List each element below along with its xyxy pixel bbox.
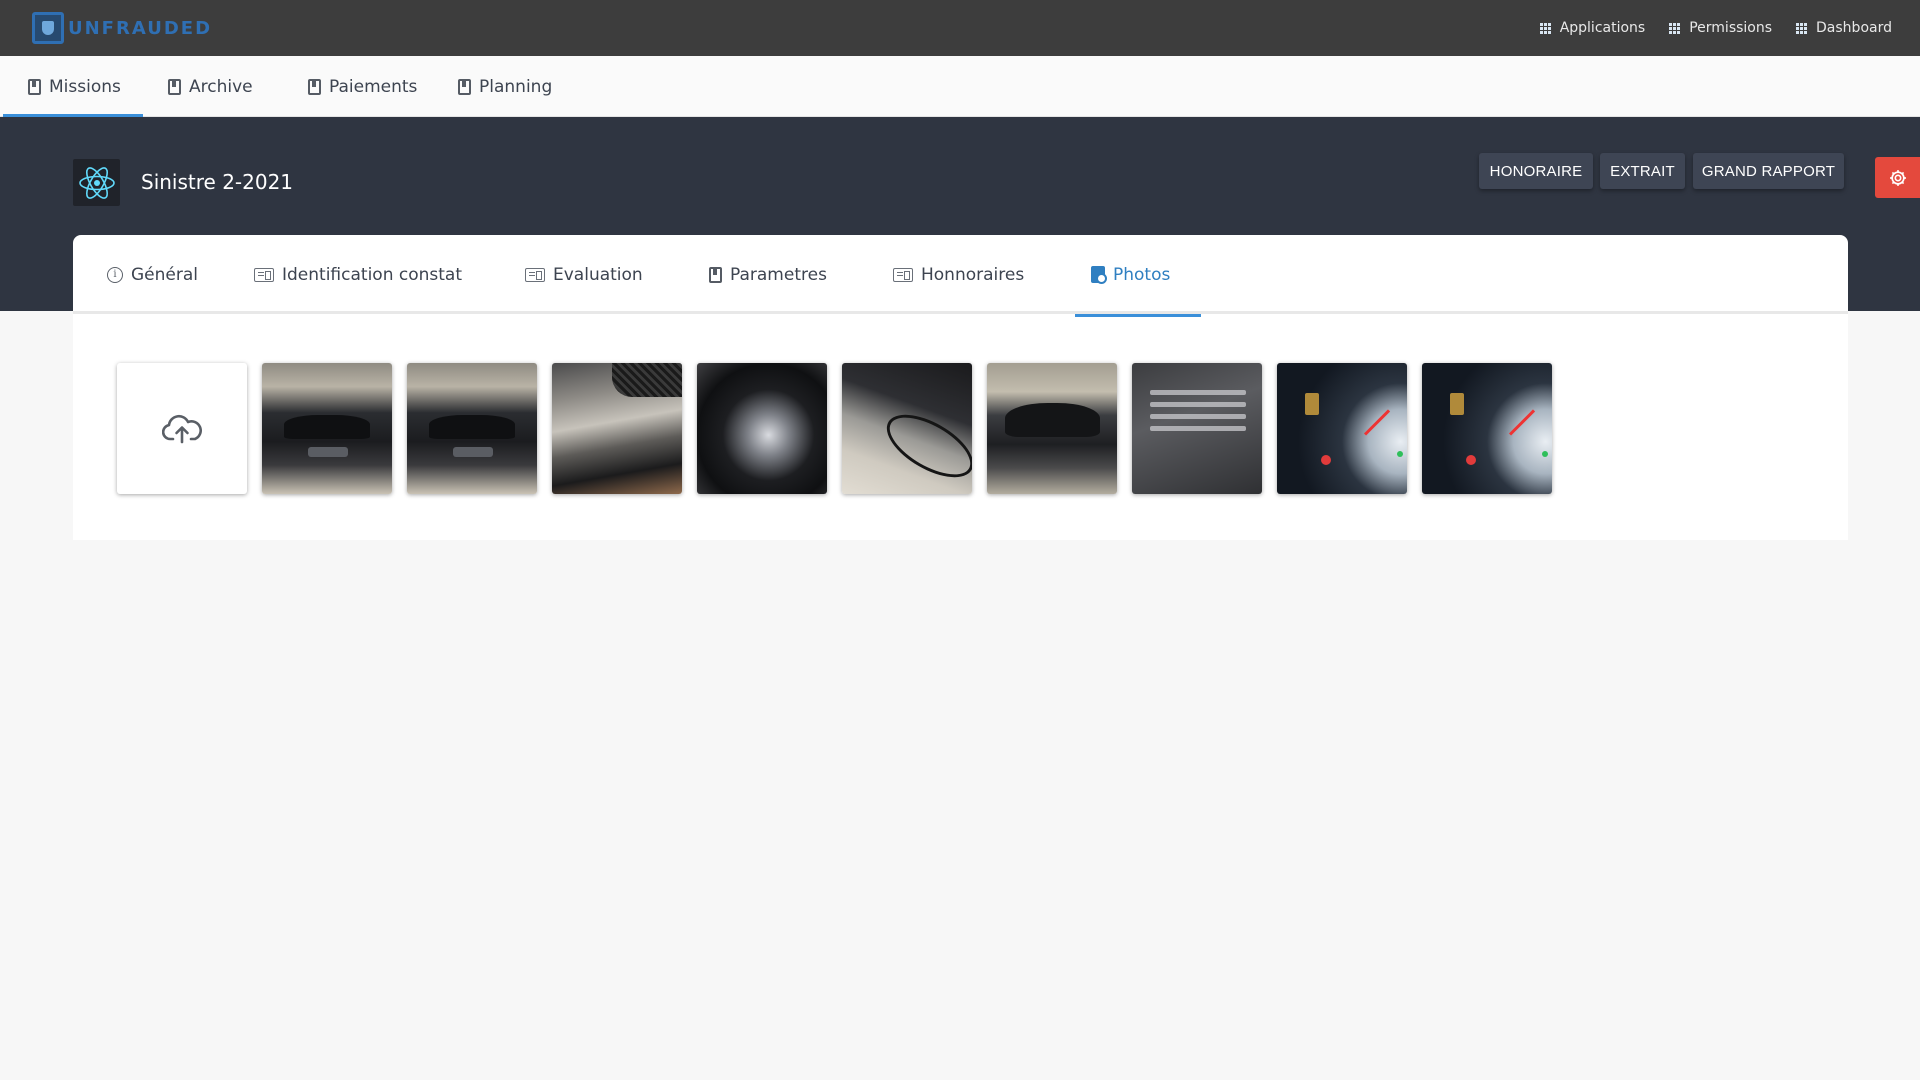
settings-button[interactable]	[1875, 157, 1920, 198]
module-tab-archive[interactable]: Archive	[168, 56, 253, 117]
record-tabs: i Général Identification constat Evaluat…	[73, 235, 1848, 317]
module-tab-label: Paiements	[329, 76, 418, 97]
card-icon	[893, 267, 913, 282]
vehicle-plate-text	[1150, 383, 1246, 438]
brand-logo[interactable]: UNFRAUDED	[32, 12, 212, 44]
topnav-label: Permissions	[1689, 20, 1773, 36]
document-icon	[28, 78, 41, 95]
tab-parametres[interactable]: Parametres	[709, 235, 827, 314]
tab-label: Parametres	[730, 264, 827, 285]
tab-general[interactable]: i Général	[107, 235, 198, 314]
module-tab-label: Planning	[479, 76, 553, 97]
photo-gallery	[117, 363, 1552, 494]
top-nav: Applications Permissions Dashboard	[1528, 0, 1920, 56]
info-icon: i	[107, 266, 123, 283]
tab-honnoraires[interactable]: Honnoraires	[893, 235, 1024, 314]
react-atom-icon	[73, 159, 120, 206]
topnav-label: Applications	[1559, 20, 1646, 36]
photo-thumbnail[interactable]	[842, 363, 972, 494]
shield-logo-icon	[32, 12, 64, 44]
tab-identification-constat[interactable]: Identification constat	[254, 235, 462, 314]
module-tab-label: Archive	[189, 76, 253, 97]
photo-thumbnail[interactable]	[262, 363, 392, 494]
document-icon	[308, 78, 321, 95]
tab-photos[interactable]: Photos	[1074, 235, 1202, 317]
tab-label: Identification constat	[282, 264, 462, 285]
cloud-upload-icon	[162, 414, 202, 443]
upload-photo-button[interactable]	[117, 363, 247, 494]
photo-thumbnail[interactable]	[1132, 363, 1262, 494]
module-tab-missions[interactable]: Missions	[3, 56, 143, 117]
tab-label: Evaluation	[553, 264, 643, 285]
card-icon	[254, 267, 274, 282]
topnav-applications[interactable]: Applications	[1528, 20, 1658, 36]
photo-thumbnail[interactable]	[1422, 363, 1552, 494]
photo-file-icon	[1091, 266, 1107, 284]
card-icon	[525, 267, 545, 282]
tab-label: Général	[131, 264, 198, 285]
extrait-button[interactable]: EXTRAIT	[1600, 153, 1685, 189]
module-tab-label: Missions	[49, 76, 121, 97]
photo-thumbnail[interactable]	[552, 363, 682, 494]
document-icon	[168, 78, 181, 95]
tab-label: Photos	[1113, 264, 1171, 285]
photo-thumbnail[interactable]	[987, 363, 1117, 494]
document-icon	[709, 266, 722, 283]
photo-thumbnail[interactable]	[697, 363, 827, 494]
grid-icon	[1796, 22, 1808, 34]
topnav-permissions[interactable]: Permissions	[1657, 20, 1784, 36]
tab-label: Honnoraires	[921, 264, 1025, 285]
tab-evaluation[interactable]: Evaluation	[525, 235, 643, 314]
grand-rapport-button[interactable]: GRAND RAPPORT	[1693, 153, 1844, 189]
record-title: Sinistre 2-2021	[141, 170, 294, 194]
topnav-dashboard[interactable]: Dashboard	[1784, 20, 1920, 36]
photo-thumbnail[interactable]	[1277, 363, 1407, 494]
module-tab-planning[interactable]: Planning	[458, 56, 552, 117]
honoraire-button[interactable]: HONORAIRE	[1479, 153, 1593, 189]
top-bar: UNFRAUDED Applications Permissions Dashb…	[0, 0, 1920, 56]
brand-name: UNFRAUDED	[68, 17, 213, 39]
topnav-label: Dashboard	[1816, 20, 1892, 36]
gear-icon	[1889, 169, 1906, 186]
grid-icon	[1539, 22, 1551, 34]
module-tabs: Missions Archive Paiements Planning	[0, 56, 1920, 117]
document-icon	[458, 78, 471, 95]
module-tab-paiements[interactable]: Paiements	[308, 56, 417, 117]
photo-thumbnail[interactable]	[407, 363, 537, 494]
grid-icon	[1669, 22, 1681, 34]
